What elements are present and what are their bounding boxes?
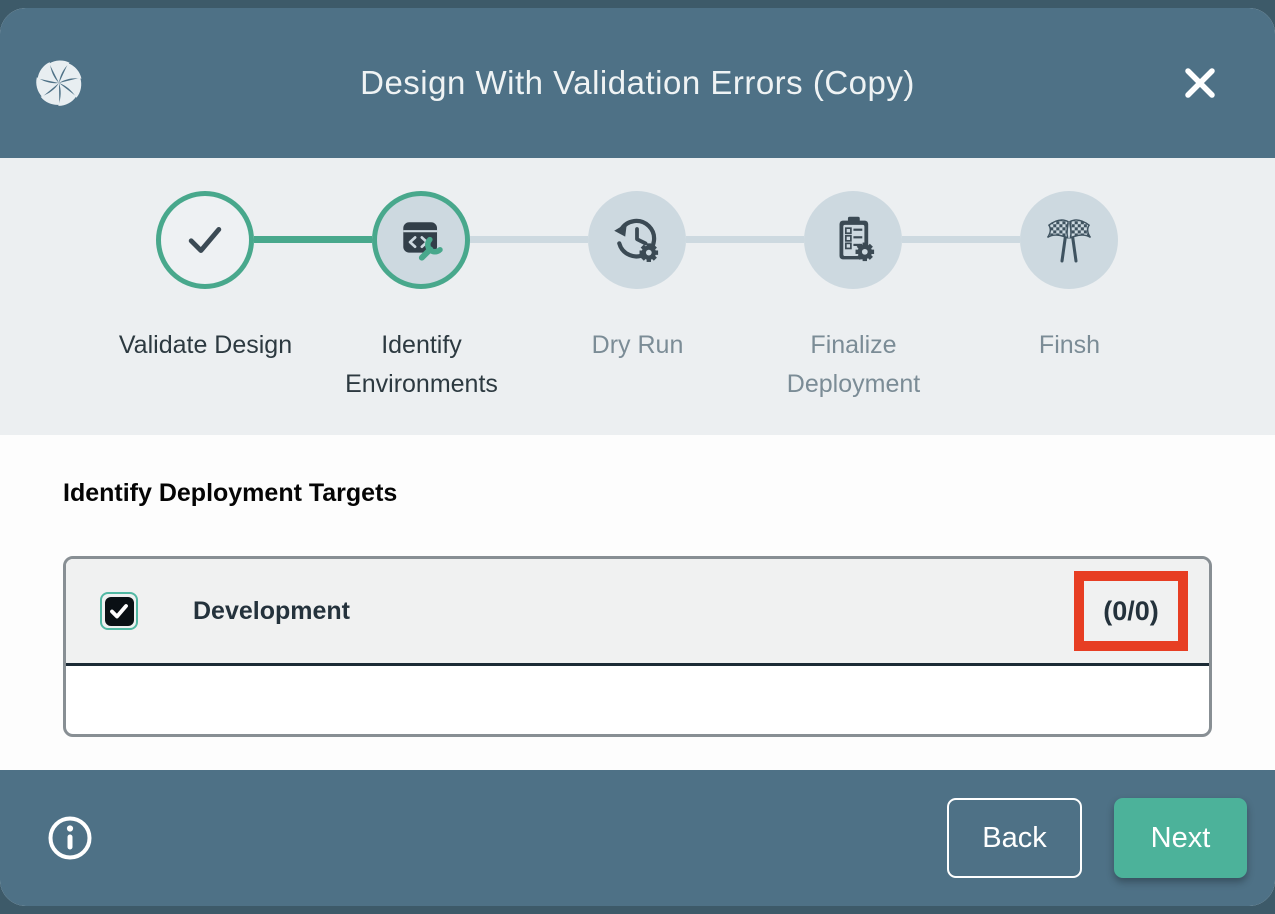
- dialog-title: Design With Validation Errors (Copy): [0, 64, 1275, 102]
- step-connector: [686, 236, 804, 243]
- step-connector: [902, 236, 1020, 243]
- target-label: Development: [193, 597, 350, 626]
- finish-flags-icon: [1041, 212, 1097, 268]
- code-wrench-icon: [394, 213, 448, 267]
- dialog-footer: Back Next: [0, 770, 1275, 906]
- back-button[interactable]: Back: [947, 798, 1082, 878]
- swirl-logo-icon: [33, 57, 85, 109]
- target-row-development: Development (0/0): [66, 559, 1209, 666]
- step-label-identify-environments: Identify Environments: [334, 326, 509, 404]
- step-connector: [470, 236, 588, 243]
- count-annotation-highlight: (0/0): [1074, 571, 1188, 651]
- deployment-targets-list: Development (0/0): [63, 556, 1212, 737]
- info-button[interactable]: [46, 814, 94, 862]
- close-button[interactable]: [1179, 62, 1221, 104]
- step-label-dry-run: Dry Run: [550, 326, 725, 365]
- step-validate-design[interactable]: [156, 191, 254, 289]
- step-finalize-deployment[interactable]: [804, 191, 902, 289]
- history-gear-icon: [610, 213, 664, 267]
- wizard-stepper: Validate Design Identify Environments Dr…: [0, 158, 1275, 435]
- step-label-finish: Finsh: [982, 326, 1157, 365]
- step-identify-environments[interactable]: [372, 191, 470, 289]
- close-icon: [1179, 62, 1221, 104]
- checkmark-icon: [107, 599, 131, 623]
- step-label-validate-design: Validate Design: [118, 326, 293, 365]
- step-dry-run[interactable]: [588, 191, 686, 289]
- step-label-finalize-deployment: Finalize Deployment: [766, 326, 941, 404]
- section-heading: Identify Deployment Targets: [63, 479, 397, 508]
- dialog-header: Design With Validation Errors (Copy): [0, 8, 1275, 158]
- target-count: (0/0): [1103, 596, 1159, 627]
- step-connector: [254, 236, 372, 243]
- clipboard-gear-icon: [826, 213, 880, 267]
- step-finish[interactable]: [1020, 191, 1118, 289]
- development-checkbox[interactable]: [100, 592, 138, 630]
- info-icon: [46, 814, 94, 862]
- next-button[interactable]: Next: [1114, 798, 1247, 878]
- check-icon: [179, 214, 231, 266]
- checkbox-checked-box: [105, 597, 134, 626]
- dialog-body: Identify Deployment Targets Development …: [0, 435, 1275, 770]
- wizard-dialog: Design With Validation Errors (Copy): [0, 8, 1275, 906]
